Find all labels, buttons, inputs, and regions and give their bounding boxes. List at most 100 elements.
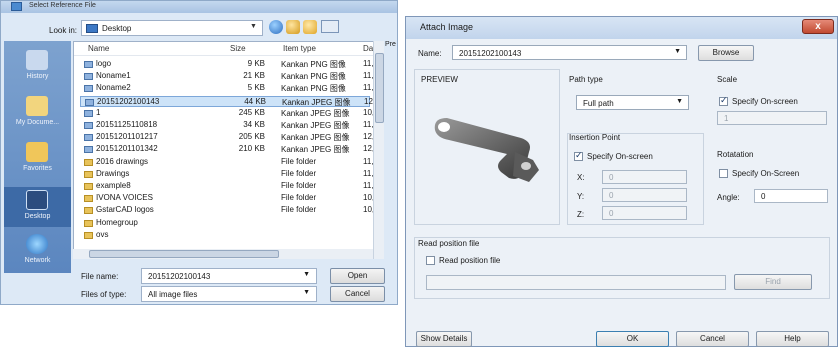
place-network[interactable]: Network — [4, 231, 71, 271]
view-menu-icon[interactable] — [321, 20, 339, 33]
table-row[interactable]: Drawings File folder 11, — [80, 168, 374, 180]
open-button[interactable]: Open — [330, 268, 385, 284]
file-type: Kankan PNG 图像 — [281, 84, 346, 94]
image-file-icon — [84, 134, 93, 142]
y-value: 0 — [609, 191, 614, 200]
file-size: 9 KB — [247, 59, 265, 68]
folder-icon — [84, 195, 93, 203]
preview-image — [434, 118, 539, 182]
column-size[interactable]: Size — [230, 44, 246, 53]
y-input[interactable]: 0 — [602, 188, 687, 202]
scale-input[interactable]: 1 — [717, 111, 827, 125]
file-dialog-titlebar: Select Reference File — [1, 1, 397, 13]
rotation-checkbox-label: Specify On-Screen — [732, 169, 800, 178]
vertical-scrollbar[interactable] — [373, 41, 384, 259]
insertion-specify-checkbox[interactable] — [574, 150, 583, 161]
x-input[interactable]: 0 — [602, 170, 687, 184]
insertion-checkbox-label: Specify On-screen — [587, 152, 653, 161]
back-icon[interactable] — [269, 20, 283, 34]
path-type-select[interactable]: Full path ▼ — [576, 95, 689, 110]
scale-value: 1 — [724, 114, 729, 123]
name-combo[interactable]: 20151202100143 ▼ — [452, 45, 687, 60]
scroll-thumb[interactable] — [89, 250, 279, 258]
file-dialog-title: Select Reference File — [29, 2, 96, 9]
table-row[interactable]: 2016 drawings File folder 11, — [80, 157, 374, 168]
table-row[interactable]: 20151201101217 205 KB Kankan JPEG 图像 12, — [80, 132, 374, 143]
read-position-checkbox[interactable] — [426, 256, 435, 265]
file-name: 20151202100143 — [97, 96, 160, 106]
column-type[interactable]: Item type — [283, 44, 316, 53]
table-row[interactable]: logo 9 KB Kankan PNG 图像 11, — [80, 59, 374, 70]
file-size: 205 KB — [238, 132, 265, 142]
image-file-icon — [85, 98, 94, 106]
look-in-value: Desktop — [102, 24, 132, 33]
find-button[interactable]: Find — [734, 274, 812, 290]
table-row[interactable]: example8 File folder 11, — [80, 181, 374, 192]
close-button[interactable]: x — [802, 19, 834, 34]
file-type: File folder — [281, 193, 317, 203]
table-row[interactable]: 1 245 KB Kankan JPEG 图像 10, — [80, 107, 374, 119]
table-row[interactable]: 20151202100143 44 KB Kankan JPEG 图像 12, — [80, 95, 375, 107]
help-button[interactable]: Help — [756, 331, 829, 347]
scale-specify-checkbox[interactable] — [719, 95, 728, 106]
table-row[interactable]: 20151201101342 210 KB Kankan JPEG 图像 12, — [80, 144, 374, 155]
cancel-button[interactable]: Cancel — [676, 331, 749, 347]
place-history[interactable]: History — [4, 47, 71, 87]
show-details-button[interactable]: Show Details — [416, 331, 472, 347]
table-row[interactable]: Noname2 5 KB Kankan PNG 图像 11, — [80, 83, 374, 94]
network-icon — [26, 234, 48, 254]
position-file-input[interactable] — [426, 275, 726, 290]
table-row[interactable]: Homegroup — [80, 218, 370, 229]
place-favorites[interactable]: Favorites — [4, 139, 71, 179]
new-folder-icon[interactable] — [303, 20, 317, 34]
file-name-label: File name: — [81, 272, 119, 281]
header-divider — [74, 55, 383, 56]
file-type: File folder — [281, 205, 317, 215]
files-of-type-value: All image files — [148, 290, 198, 299]
file-name: Drawings — [96, 168, 130, 178]
folder-icon — [84, 219, 93, 227]
file-name-input[interactable]: 20151202100143 ▼ — [141, 268, 317, 284]
files-of-type-select[interactable]: All image files ▼ — [141, 286, 317, 302]
table-row[interactable]: IVONA VOICES File folder 10, — [80, 193, 374, 204]
image-file-icon — [84, 146, 93, 154]
x-label: X: — [577, 173, 585, 182]
file-name: 20151125110818 — [96, 120, 158, 129]
cancel-button[interactable]: Cancel — [330, 286, 385, 302]
file-type: Kankan PNG 图像 — [281, 72, 346, 82]
column-date[interactable]: Da — [363, 44, 373, 53]
look-in-combo[interactable]: Desktop ▼ — [81, 20, 263, 36]
read-position-checkbox-label: Read position file — [439, 256, 501, 265]
place-desktop[interactable]: Desktop — [4, 187, 71, 227]
folder-icon — [84, 183, 93, 190]
rotation-specify-checkbox[interactable] — [719, 169, 728, 178]
horizontal-scrollbar[interactable] — [73, 249, 373, 259]
file-list[interactable]: Name Size Item type Da logo 9 KB Kankan PN… — [73, 41, 384, 259]
angle-value: 0 — [761, 192, 766, 201]
file-date: 11, — [363, 181, 374, 190]
attach-dialog-titlebar: Attach Image x — [406, 17, 837, 39]
name-value: 20151202100143 — [459, 49, 522, 58]
table-row[interactable]: ovs — [80, 230, 370, 241]
table-row[interactable]: 20151125110818 34 KB Kankan JPEG 图像 11, — [80, 120, 374, 131]
file-name: Noname1 — [96, 71, 131, 81]
image-file-icon — [84, 85, 93, 93]
file-name: GstarCAD logos — [96, 205, 154, 215]
up-folder-icon[interactable] — [286, 20, 300, 34]
z-input[interactable]: 0 — [602, 206, 687, 220]
table-row[interactable]: GstarCAD logos File folder 10, — [80, 205, 374, 216]
path-type-label: Path type — [569, 75, 603, 84]
angle-input[interactable]: 0 — [754, 189, 828, 203]
ok-button[interactable]: OK — [596, 331, 669, 347]
scroll-thumb[interactable] — [375, 53, 384, 123]
file-date: 11, — [363, 120, 374, 129]
file-size: 210 KB — [238, 144, 265, 154]
place-documents[interactable]: My Docume... — [4, 93, 71, 133]
file-type: Kankan PNG 图像 — [281, 60, 346, 69]
file-type: File folder — [281, 168, 317, 178]
file-size: 245 KB — [238, 107, 265, 117]
z-label: Z: — [577, 210, 585, 219]
browse-button[interactable]: Browse — [698, 45, 754, 61]
table-row[interactable]: Noname1 21 KB Kankan PNG 图像 11, — [80, 71, 374, 82]
column-name[interactable]: Name — [88, 44, 109, 53]
